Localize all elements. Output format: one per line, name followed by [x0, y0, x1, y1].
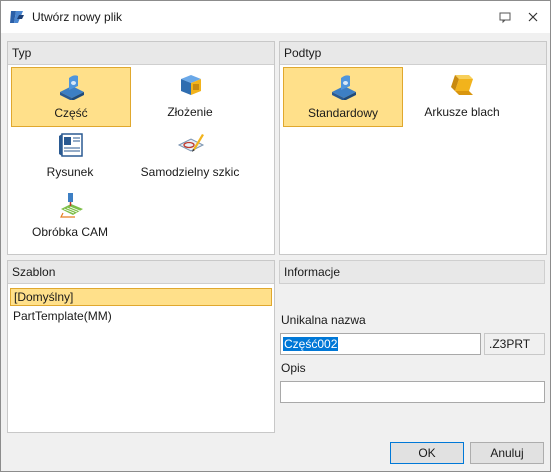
info-panel: Informacje Unikalna nazwa Część002 .Z3PR…: [279, 260, 545, 431]
help-icon[interactable]: [498, 10, 512, 24]
sketch-icon: [177, 134, 205, 152]
new-file-dialog: Utwórz nowy plik Typ Część Złożenie Rysu…: [0, 0, 551, 472]
template-item-default[interactable]: [Domyślny]: [10, 288, 272, 306]
type-assembly-label: Złożenie: [167, 105, 213, 119]
template-item-part-mm[interactable]: PartTemplate(MM): [10, 307, 278, 325]
template-panel: Szablon [Domyślny] PartTemplate(MM): [7, 260, 275, 433]
window-title: Utwórz nowy plik: [32, 10, 123, 24]
description-input[interactable]: [280, 381, 545, 403]
sheet-metal-icon: [451, 75, 473, 95]
unique-name-label: Unikalna nazwa: [281, 313, 366, 327]
type-sketch-tile[interactable]: Samodzielny szkic: [131, 127, 249, 185]
type-cam-tile[interactable]: Obróbka CAM: [11, 187, 129, 245]
subtype-standard-label: Standardowy: [307, 106, 379, 120]
template-panel-header: Szablon: [8, 261, 274, 284]
subtype-standard-tile[interactable]: Standardowy: [283, 67, 403, 127]
subtype-sheet-metal-label: Arkusze blach: [424, 105, 500, 119]
type-drawing-label: Rysunek: [46, 165, 94, 179]
type-panel: Typ Część Złożenie Rysunek Samodzielny s…: [7, 41, 275, 255]
type-drawing-tile[interactable]: Rysunek: [11, 127, 129, 185]
subtype-panel: Podtyp Standardowy Arkusze blach: [279, 41, 547, 255]
type-part-tile[interactable]: Część: [11, 67, 131, 127]
type-cam-label: Obróbka CAM: [31, 225, 109, 239]
type-part-label: Część: [54, 106, 88, 120]
unique-name-value: Część002: [283, 337, 339, 351]
type-assembly-tile[interactable]: Złożenie: [131, 67, 249, 125]
subtype-sheet-metal-tile[interactable]: Arkusze blach: [403, 67, 521, 125]
subtype-panel-header: Podtyp: [280, 42, 546, 65]
type-sketch-label: Samodzielny szkic: [140, 165, 240, 179]
ok-button[interactable]: OK: [390, 442, 464, 464]
cam-icon: [60, 193, 83, 218]
cancel-button[interactable]: Anuluj: [470, 442, 544, 464]
unique-name-input[interactable]: Część002: [280, 333, 481, 355]
type-panel-header: Typ: [8, 42, 274, 65]
assembly-icon: [181, 75, 201, 95]
description-label: Opis: [281, 361, 306, 375]
info-panel-header: Informacje: [279, 260, 545, 284]
extension-label: .Z3PRT: [484, 333, 545, 355]
part-icon: [60, 75, 84, 100]
title-bar[interactable]: Utwórz nowy plik: [1, 1, 550, 33]
app-logo-icon: [10, 11, 24, 23]
drawing-icon: [59, 133, 83, 157]
standard-part-icon: [332, 75, 356, 100]
close-icon[interactable]: [526, 10, 540, 24]
